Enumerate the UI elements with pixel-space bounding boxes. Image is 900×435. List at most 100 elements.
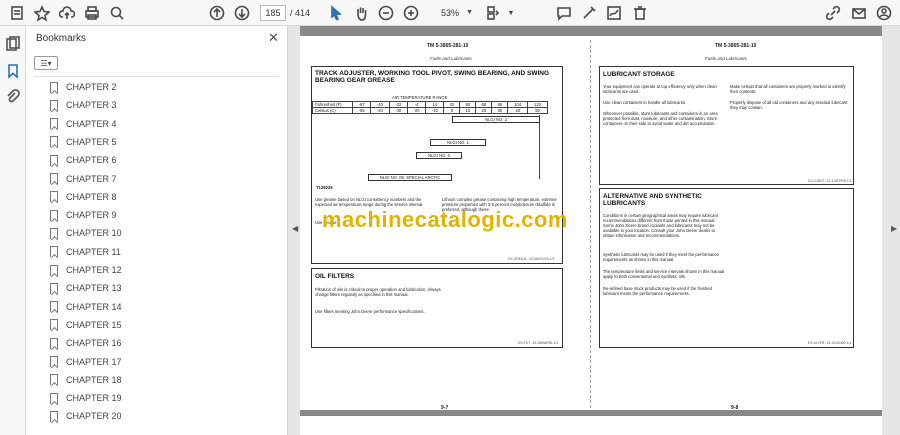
storage-col2-p2: Properly dispose of all old containers a…: [730, 100, 848, 110]
bookmark-item[interactable]: CHAPTER 13: [50, 281, 122, 295]
bookmark-item[interactable]: CHAPTER 20: [50, 409, 122, 423]
bookmark-item[interactable]: CHAPTER 17: [50, 355, 122, 369]
bookmark-item[interactable]: CHAPTER 16: [50, 336, 122, 350]
highlight-pen-icon[interactable]: [580, 4, 598, 22]
search-icon[interactable]: [108, 4, 126, 22]
bookmark-icon: [50, 246, 58, 258]
bookmark-item[interactable]: CHAPTER 7: [50, 172, 117, 186]
left-page-number: 9-7: [441, 405, 449, 411]
signature-icon[interactable]: [605, 4, 623, 22]
page-top-bar: [300, 26, 882, 36]
bookmark-label: CHAPTER 12: [66, 265, 122, 275]
bookmark-item[interactable]: CHAPTER 4: [50, 117, 117, 131]
upload-cloud-icon[interactable]: [58, 4, 76, 22]
nlgi-00-bar: NLGI NO. 00, SPECIAL ARCTIC: [368, 174, 452, 181]
bookmark-label: CHAPTER 17: [66, 356, 122, 367]
storage-col1-p3: Whenever possible, store lubricants and …: [603, 111, 718, 126]
nlgi-2-bar: NLGI NO. 2: [452, 116, 540, 123]
alt-p1: Conditions in certain geographical areas…: [603, 213, 718, 238]
zoom-in-icon[interactable]: [402, 4, 420, 22]
c-cell: 10: [459, 107, 477, 114]
oil-filters-text-2: Use filters meeting John Deere performan…: [315, 309, 425, 314]
bookmark-item[interactable]: CHAPTER 15: [50, 318, 122, 332]
bookmark-item[interactable]: CHAPTER 14: [50, 300, 122, 314]
bookmark-icon: [50, 282, 58, 294]
bookmark-options-button[interactable]: ☰▾: [34, 56, 58, 70]
bookmark-icon: [50, 118, 58, 130]
bookmark-label: CHAPTER 20: [66, 411, 122, 422]
bookmark-label: CHAPTER 16: [66, 338, 122, 349]
delete-icon[interactable]: [631, 4, 649, 22]
comment-icon[interactable]: [555, 4, 573, 22]
bookmark-star-icon[interactable]: [33, 4, 51, 22]
temperature-table: Fahrenheit (F) -67 -40 -22 -4 14 32 50 6…: [312, 101, 548, 114]
zoom-level[interactable]: 53%: [432, 5, 468, 21]
left-page-header: TM 5-3805-281-10: [427, 43, 469, 49]
c-cell: -10: [425, 107, 445, 114]
scroll-right-icon[interactable]: ▶: [891, 224, 897, 233]
zoom-out-icon[interactable]: [377, 4, 395, 22]
account-icon[interactable]: [875, 4, 893, 22]
oil-filters-section: OIL FILTERS Filtration of oils is critic…: [311, 268, 563, 348]
email-icon[interactable]: [850, 4, 868, 22]
bookmark-item[interactable]: CHAPTER 10: [50, 226, 122, 240]
bookmarks-icon[interactable]: [5, 63, 21, 79]
oil-filters-title: OIL FILTERS: [315, 273, 355, 280]
page-total: / 414: [290, 8, 311, 18]
page-thumbnails-icon[interactable]: [5, 36, 21, 52]
bookmark-label: CHAPTER 14: [66, 301, 122, 312]
bookmark-label: CHAPTER 2: [66, 82, 117, 92]
bookmark-icon: [50, 191, 58, 203]
panel-title: Bookmarks: [36, 33, 87, 44]
alternative-lubricants-title: ALTERNATIVE AND SYNTHETIC LUBRICANTS: [603, 193, 702, 207]
c-cell: 20: [475, 107, 493, 114]
bookmark-item[interactable]: CHAPTER 8: [50, 190, 117, 204]
bookmark-icon: [50, 410, 58, 422]
temp-range-caption: AIR TEMPERATURE RANGE: [392, 95, 448, 100]
grease-section-title: TRACK ADJUSTER, WORKING TOOL PIVOT, SWIN…: [315, 70, 550, 84]
bookmarks-panel: Bookmarks ✕ ☰▾ CHAPTER 2 CHAPTER 3 CHAPTER…: [26, 26, 310, 435]
bookmark-item[interactable]: CHAPTER 11: [50, 245, 121, 259]
bookmark-item[interactable]: CHAPTER 2: [50, 80, 117, 94]
print-icon[interactable]: [83, 4, 101, 22]
attachments-icon[interactable]: [5, 89, 21, 105]
bookmark-item[interactable]: CHAPTER 18: [50, 373, 122, 387]
previous-page-icon[interactable]: [208, 4, 226, 22]
page-layout-icon[interactable]: [484, 4, 502, 22]
bookmark-item[interactable]: CHAPTER 9: [50, 208, 117, 222]
next-page-icon[interactable]: [233, 4, 251, 22]
page-number-input[interactable]: 185: [260, 5, 286, 21]
storage-col2-p1: Make certain that all containers are pro…: [730, 84, 846, 94]
bookmark-label: CHAPTER 6: [66, 155, 117, 166]
bookmark-label: CHAPTER 8: [66, 191, 117, 202]
scroll-left-icon[interactable]: ◀: [292, 224, 298, 233]
share-link-icon[interactable]: [824, 4, 842, 22]
left-page-subheader: Fuels and Lubricants: [430, 56, 472, 61]
c-cell: 40: [507, 107, 529, 114]
bookmark-label: CHAPTER 15: [66, 319, 122, 330]
grease-text-left: Use grease based on NLGI consistency num…: [315, 197, 424, 207]
zoom-dropdown-icon[interactable]: ▼: [466, 9, 473, 16]
alt-p3: The temperature limits and service inter…: [603, 269, 725, 279]
bookmark-icon: [50, 173, 58, 184]
lubricant-storage-section: LUBRICANT STORAGE Your equipment can ope…: [599, 66, 854, 185]
hand-tool-icon[interactable]: [352, 4, 370, 22]
bookmark-label: CHAPTER 4: [66, 118, 117, 129]
celsius-label: Celsius (C): [312, 107, 353, 114]
select-cursor-icon[interactable]: [327, 4, 345, 22]
storage-col1-p2: Use clean containers to handle all lubri…: [603, 100, 687, 105]
storage-col1-p1: Your equipment can operate at top effici…: [603, 84, 717, 94]
divider: [34, 76, 279, 77]
bookmark-item[interactable]: CHAPTER 6: [50, 153, 117, 167]
bookmark-item[interactable]: CHAPTER 3: [50, 98, 117, 112]
bookmark-item[interactable]: CHAPTER 19: [50, 391, 122, 405]
bookmark-item[interactable]: CHAPTER 12: [50, 263, 122, 277]
layout-dropdown-icon[interactable]: ▼: [502, 4, 520, 22]
bookmark-item[interactable]: CHAPTER 5: [50, 135, 117, 149]
home-icon[interactable]: [8, 4, 26, 22]
bookmark-icon: [50, 319, 58, 331]
bookmark-icon: [50, 337, 58, 349]
close-icon[interactable]: ✕: [268, 30, 279, 46]
left-rail: [0, 26, 26, 435]
c-cell: -40: [370, 107, 390, 114]
